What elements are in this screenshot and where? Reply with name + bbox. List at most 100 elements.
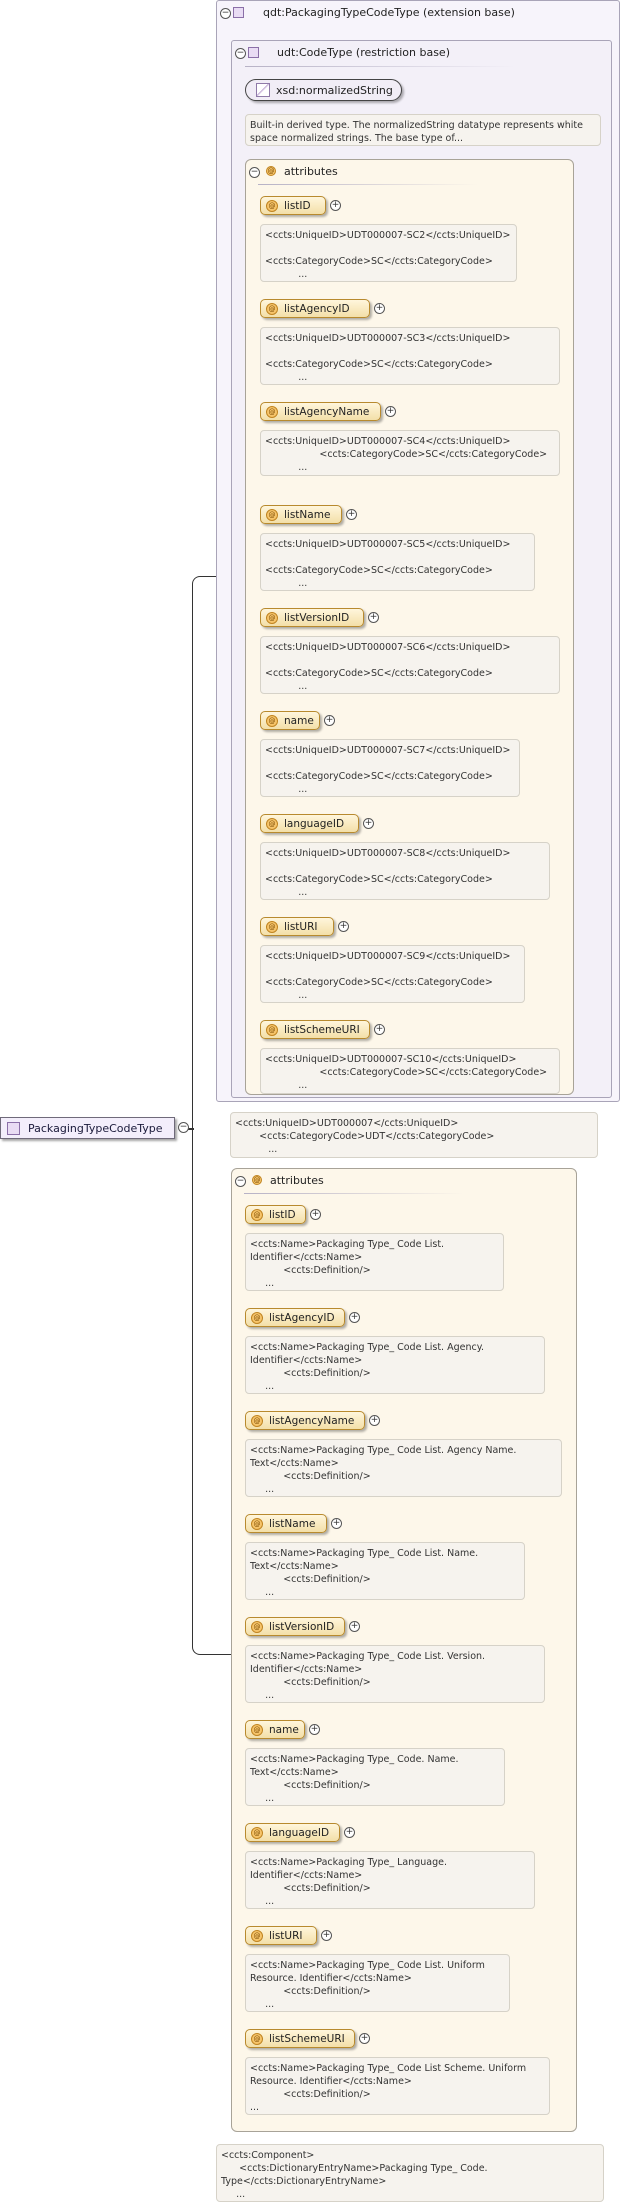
attribute-icon: @ [266, 920, 278, 933]
outer-attribute-expand-toggle[interactable]: + [349, 1312, 360, 1323]
inner-attribute-doc: <ccts:UniqueID>UDT000007-SC10</ccts:Uniq… [260, 1048, 560, 1094]
outer-attribute-expand-toggle[interactable]: + [310, 1209, 321, 1220]
outer-attribute-doc: <ccts:Name>Packaging Type_ Code List. Na… [245, 1542, 525, 1600]
attribute-icon: @ [251, 1723, 263, 1736]
extension-collapse-toggle[interactable]: − [220, 8, 231, 19]
outer-attribute-listAgencyName[interactable]: @ listAgencyName [245, 1411, 365, 1430]
inner-attribute-expand-toggle[interactable]: + [374, 303, 385, 314]
attribute-label: languageID [269, 1826, 330, 1839]
inner-attribute-expand-toggle[interactable]: + [385, 406, 396, 417]
extension-type-icon [233, 7, 244, 18]
attribute-label: listAgencyName [284, 405, 370, 418]
inner-attribute-expand-toggle[interactable]: + [363, 818, 374, 829]
outer-attribute-expand-toggle[interactable]: + [369, 1415, 380, 1426]
attribute-icon: @ [266, 611, 278, 624]
inner-attribute-listName[interactable]: @ listName [260, 505, 342, 524]
outer-attribute-doc: <ccts:Name>Packaging Type_ Code List. Ag… [245, 1439, 562, 1497]
attribute-label: listVersionID [284, 611, 350, 624]
outer-attribute-listName[interactable]: @ listName [245, 1514, 327, 1533]
outer-attribute-expand-toggle[interactable]: + [359, 2033, 370, 2044]
outer-attribute-expand-toggle[interactable]: + [321, 1930, 332, 1941]
inner-attribute-languageID[interactable]: @ languageID [260, 814, 359, 833]
attribute-icon: @ [251, 1620, 263, 1633]
inner-attribute-expand-toggle[interactable]: + [346, 509, 357, 520]
outer-attributes-collapse-toggle[interactable]: − [235, 1176, 246, 1187]
attribute-label: listID [269, 1208, 296, 1221]
inner-attribute-name[interactable]: @ name [260, 711, 320, 730]
restriction-title: udt:CodeType (restriction base) [277, 46, 450, 59]
outer-attribute-doc: <ccts:Name>Packaging Type_ Code List. Un… [245, 1954, 510, 2012]
attribute-icon: @ [266, 1023, 278, 1036]
outer-attribute-doc: <ccts:Name>Packaging Type_ Code List. Id… [245, 1233, 504, 1291]
outer-attribute-listID[interactable]: @ listID [245, 1205, 306, 1224]
inner-attributes-title: attributes [284, 165, 338, 178]
inner-attribute-expand-toggle[interactable]: + [374, 1024, 385, 1035]
outer-attribute-name[interactable]: @ name [245, 1720, 305, 1739]
attribute-label: listAgencyID [269, 1311, 335, 1324]
inner-attribute-listURI[interactable]: @ listURI [260, 917, 334, 936]
outer-attribute-listURI[interactable]: @ listURI [245, 1926, 317, 1945]
outer-attribute-expand-toggle[interactable]: + [349, 1621, 360, 1632]
attribute-icon: @ [251, 1208, 263, 1221]
attribute-icon: @ [251, 2032, 263, 2045]
outer-attribute-doc: <ccts:Name>Packaging Type_ Code List Sch… [245, 2057, 550, 2115]
inner-attribute-doc: <ccts:UniqueID>UDT000007-SC5</ccts:Uniqu… [260, 533, 535, 591]
attribute-label: listID [284, 199, 311, 212]
simple-type-label: xsd:normalizedString [276, 83, 393, 97]
attribute-icon: @ [251, 1517, 263, 1530]
outer-attribute-expand-toggle[interactable]: + [344, 1827, 355, 1838]
inner-attribute-listID[interactable]: @ listID [260, 196, 326, 215]
outer-attribute-doc: <ccts:Name>Packaging Type_ Code. Name. T… [245, 1748, 505, 1806]
root-element-label: PackagingTypeCodeType [28, 1121, 163, 1135]
simple-type-node[interactable]: xsd:normalizedString [245, 79, 402, 101]
attribute-icon: @ [266, 405, 278, 418]
outer-attribute-expand-toggle[interactable]: + [331, 1518, 342, 1529]
attribute-icon: @ [266, 302, 278, 315]
inner-attribute-doc: <ccts:UniqueID>UDT000007-SC4</ccts:Uniqu… [260, 430, 560, 476]
inner-attribute-doc: <ccts:UniqueID>UDT000007-SC9</ccts:Uniqu… [260, 945, 525, 1003]
inner-attribute-listAgencyName[interactable]: @ listAgencyName [260, 402, 381, 421]
inner-attribute-doc: <ccts:UniqueID>UDT000007-SC8</ccts:Uniqu… [260, 842, 550, 900]
attribute-label: listSchemeURI [269, 2032, 345, 2045]
simple-type-icon [256, 83, 270, 97]
inner-attribute-expand-toggle[interactable]: + [368, 612, 379, 623]
inner-attribute-doc: <ccts:UniqueID>UDT000007-SC6</ccts:Uniqu… [260, 636, 560, 694]
attribute-label: name [284, 714, 314, 727]
inner-attribute-expand-toggle[interactable]: + [330, 200, 341, 211]
inner-attributes-collapse-toggle[interactable]: − [249, 167, 260, 178]
attribute-label: listName [269, 1517, 316, 1530]
outer-attribute-listSchemeURI[interactable]: @ listSchemeURI [245, 2029, 355, 2048]
outer-attributes-title: attributes [270, 1174, 324, 1187]
inner-attribute-doc: <ccts:UniqueID>UDT000007-SC2</ccts:Uniqu… [260, 224, 517, 282]
attribute-label: listVersionID [269, 1620, 335, 1633]
inner-attribute-listVersionID[interactable]: @ listVersionID [260, 608, 364, 627]
attribute-label: listName [284, 508, 331, 521]
extension-title: qdt:PackagingTypeCodeType (extension bas… [263, 6, 515, 19]
attribute-icon: @ [251, 1414, 263, 1427]
restriction-title-underline [245, 66, 515, 67]
extension-doc: <ccts:UniqueID>UDT000007</ccts:UniqueID>… [230, 1112, 598, 1158]
outer-attribute-doc: <ccts:Name>Packaging Type_ Code List. Ag… [245, 1336, 545, 1394]
outer-attribute-languageID[interactable]: @ languageID [245, 1823, 340, 1842]
attribute-label: languageID [284, 817, 345, 830]
attribute-label: listSchemeURI [284, 1023, 360, 1036]
attribute-icon: @ [251, 1311, 263, 1324]
outer-attribute-expand-toggle[interactable]: + [309, 1724, 320, 1735]
inner-attribute-expand-toggle[interactable]: + [338, 921, 349, 932]
restriction-collapse-toggle[interactable]: − [235, 48, 246, 59]
attribute-icon: @ [266, 714, 278, 727]
inner-attribute-doc: <ccts:UniqueID>UDT000007-SC3</ccts:Uniqu… [260, 327, 560, 385]
simple-type-doc: Built-in derived type. The normalizedStr… [245, 114, 601, 146]
root-element[interactable]: PackagingTypeCodeType [0, 1117, 175, 1139]
root-doc: <ccts:Component> <ccts:DictionaryEntryNa… [216, 2144, 604, 2202]
inner-attributes-underline [258, 184, 478, 185]
inner-attribute-listSchemeURI[interactable]: @ listSchemeURI [260, 1020, 370, 1039]
attribute-label: listAgencyID [284, 302, 350, 315]
outer-attribute-listVersionID[interactable]: @ listVersionID [245, 1617, 345, 1636]
inner-attribute-listAgencyID[interactable]: @ listAgencyID [260, 299, 370, 318]
root-expand-toggle[interactable]: − [178, 1122, 189, 1133]
complex-type-icon [7, 1121, 20, 1135]
outer-attribute-listAgencyID[interactable]: @ listAgencyID [245, 1308, 345, 1327]
attribute-icon: @ [266, 508, 278, 521]
inner-attribute-expand-toggle[interactable]: + [324, 715, 335, 726]
